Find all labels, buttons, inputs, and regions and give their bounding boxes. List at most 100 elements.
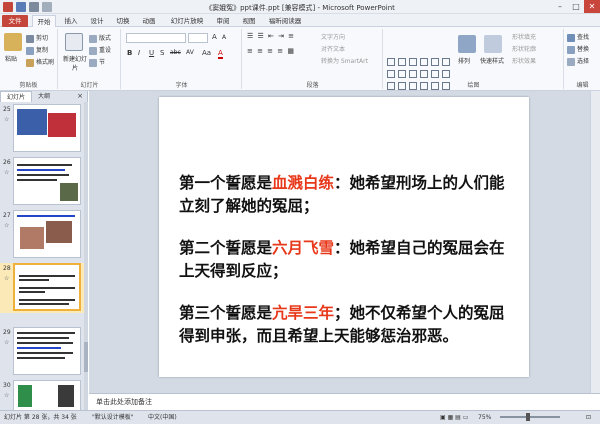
scroll-thumb[interactable] — [84, 342, 88, 372]
tab-design[interactable]: 设计 — [86, 15, 108, 27]
view-buttons[interactable]: ▣ ▦ ▤ ▭ — [440, 411, 468, 424]
paste-icon[interactable] — [4, 33, 22, 51]
shape-item[interactable] — [442, 82, 450, 90]
slide-thumbnail-selected[interactable]: 28 ☆ — [0, 263, 84, 313]
tab-animations[interactable]: 动画 — [138, 15, 160, 27]
slide-thumbnail[interactable]: 26 ☆ — [0, 157, 84, 207]
tab-review[interactable]: 审阅 — [212, 15, 234, 27]
shape-item[interactable] — [431, 58, 439, 66]
shape-item[interactable] — [398, 58, 406, 66]
shape-item[interactable] — [387, 82, 395, 90]
new-slide-icon[interactable] — [65, 33, 83, 51]
shape-item[interactable] — [398, 82, 406, 90]
slide-thumbnail[interactable]: 27 ☆ — [0, 210, 84, 260]
picture-thumb — [60, 183, 78, 201]
thumbnail-image — [13, 210, 81, 258]
align-buttons[interactable]: ≡ ≡ ≡ ≡ ▦ — [247, 47, 295, 55]
font-size-box[interactable] — [188, 33, 208, 43]
zoom-slider-thumb[interactable] — [526, 413, 530, 421]
text-line — [19, 279, 49, 281]
align-text-button[interactable]: 对齐文本 — [321, 44, 345, 53]
reset-button[interactable]: 重设 — [89, 45, 111, 55]
shape-item[interactable] — [420, 70, 428, 78]
tab-file[interactable]: 文件 — [2, 15, 28, 27]
copy-button[interactable]: 复制 — [26, 45, 48, 55]
replace-button[interactable]: 替换 — [567, 44, 589, 54]
paste-button[interactable]: 粘贴 — [5, 54, 17, 63]
text-line — [17, 215, 75, 217]
select-icon — [567, 57, 575, 66]
picture-thumb — [17, 109, 47, 135]
layout-button[interactable]: 版式 — [89, 33, 111, 43]
section-button[interactable]: 节 — [89, 57, 105, 67]
text-direction-button[interactable]: 文字方向 — [321, 32, 345, 41]
find-button[interactable]: 查找 — [567, 32, 589, 42]
zoom-slider[interactable] — [500, 413, 560, 421]
slide-thumbnail[interactable]: 25 ☆ — [0, 104, 84, 154]
group-label-editing: 编辑 — [576, 82, 589, 89]
format-painter-button[interactable]: 格式刷 — [26, 57, 54, 67]
slide-text-box[interactable]: 第一个誓愿是血溅白练：她希望刑场上的人们能立刻了解她的冤屈； 第二个誓愿是六月飞… — [179, 171, 519, 366]
slide-thumbnail[interactable]: 29 ☆ — [0, 327, 84, 377]
shape-fill-button[interactable]: 形状填充 — [512, 32, 536, 41]
tab-view[interactable]: 视图 — [238, 15, 260, 27]
tab-insert[interactable]: 插入 — [60, 15, 82, 27]
transition-star-icon: ☆ — [4, 275, 10, 282]
zoom-level[interactable]: 75% — [478, 411, 491, 424]
quick-styles-button[interactable]: 快速样式 — [480, 56, 504, 65]
shrink-font-icon[interactable]: A — [222, 34, 226, 41]
font-color-button[interactable]: A — [218, 49, 223, 59]
shapes-gallery[interactable] — [387, 58, 450, 92]
language[interactable]: 中文(中国) — [148, 411, 177, 424]
picture-thumb — [58, 385, 74, 407]
shape-item[interactable] — [431, 82, 439, 90]
quick-styles-icon[interactable] — [484, 35, 502, 53]
spacing-button[interactable]: AV — [186, 49, 194, 56]
shape-item[interactable] — [431, 70, 439, 78]
shape-item[interactable] — [442, 58, 450, 66]
fit-window-icon[interactable]: ⊡ — [586, 411, 591, 424]
tab-outline-pane[interactable]: 大纲 — [32, 91, 56, 102]
slides-pane-scrollbar[interactable] — [84, 102, 88, 410]
change-case-button[interactable]: Aa — [202, 49, 211, 57]
minimize-button[interactable]: – — [552, 0, 568, 13]
shape-item[interactable] — [420, 82, 428, 90]
list-buttons[interactable]: ☰ ☰ ⇤ ⇥ ≡ — [247, 32, 295, 40]
underline-button[interactable]: U — [149, 49, 154, 57]
font-name-box[interactable] — [126, 33, 186, 43]
tab-home[interactable]: 开始 — [32, 15, 56, 27]
shape-outline-button[interactable]: 形状轮廓 — [512, 44, 536, 53]
tab-slideshow[interactable]: 幻灯片放映 — [166, 15, 208, 27]
tab-slides-pane[interactable]: 幻灯片 — [0, 91, 33, 102]
select-button[interactable]: 选择 — [567, 56, 589, 66]
italic-button[interactable]: I — [138, 49, 140, 57]
grow-font-icon[interactable]: A — [212, 33, 217, 41]
tab-foxit[interactable]: 福昕阅读器 — [264, 15, 306, 27]
shape-effects-button[interactable]: 形状效果 — [512, 56, 536, 65]
text-line — [17, 164, 72, 166]
notes-pane[interactable]: 单击此处添加备注 — [89, 393, 600, 410]
maximize-button[interactable]: □ — [568, 0, 584, 13]
arrange-button[interactable]: 排列 — [458, 56, 470, 65]
editor-scrollbar[interactable] — [590, 91, 600, 393]
shape-item[interactable] — [398, 70, 406, 78]
bold-button[interactable]: B — [127, 49, 132, 57]
pane-close-button[interactable]: × — [77, 92, 83, 100]
smartart-button[interactable]: 转换为 SmartArt — [321, 56, 368, 65]
shape-item[interactable] — [409, 70, 417, 78]
shape-item[interactable] — [409, 82, 417, 90]
shape-item[interactable] — [420, 58, 428, 66]
slide-thumbnail[interactable]: 30 ☆ — [0, 380, 84, 410]
shadow-button[interactable]: S — [160, 49, 164, 57]
shape-item[interactable] — [442, 70, 450, 78]
shape-item[interactable] — [387, 58, 395, 66]
current-slide[interactable]: 第一个誓愿是血溅白练：她希望刑场上的人们能立刻了解她的冤屈； 第二个誓愿是六月飞… — [159, 97, 529, 377]
new-slide-button[interactable]: 新建幻灯片 — [61, 54, 89, 72]
shape-item[interactable] — [387, 70, 395, 78]
arrange-icon[interactable] — [458, 35, 476, 53]
cut-button[interactable]: 剪切 — [26, 33, 48, 43]
shape-item[interactable] — [409, 58, 417, 66]
strike-button[interactable]: abc — [170, 49, 181, 56]
close-button[interactable]: ✕ — [584, 0, 600, 13]
tab-transitions[interactable]: 切换 — [112, 15, 134, 27]
